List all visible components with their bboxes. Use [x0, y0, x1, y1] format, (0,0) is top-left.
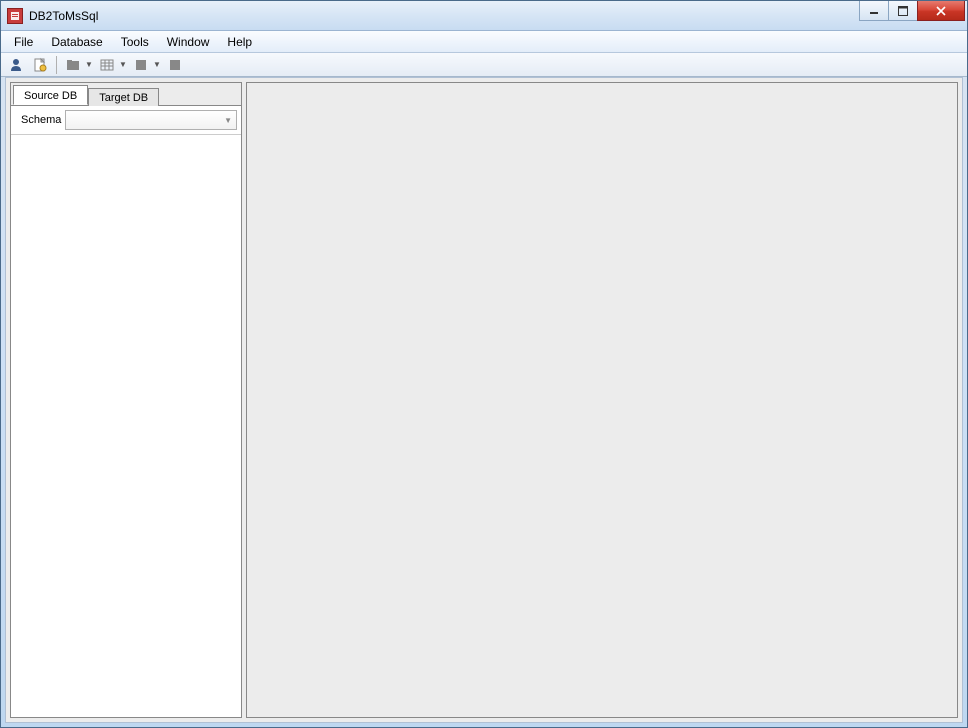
- close-icon: [935, 6, 947, 16]
- menu-help[interactable]: Help: [218, 31, 261, 52]
- toolbar-button-5[interactable]: [130, 55, 152, 75]
- menu-window[interactable]: Window: [158, 31, 219, 52]
- menu-tools[interactable]: Tools: [112, 31, 158, 52]
- menu-bar: File Database Tools Window Help: [1, 31, 967, 53]
- schema-row: Schema ▼: [11, 106, 241, 135]
- toolbar-separator-1: [56, 56, 57, 74]
- app-icon: [7, 8, 23, 24]
- left-panel: Source DB Target DB Schema ▼: [10, 82, 242, 718]
- minimize-icon: [869, 6, 879, 16]
- toolbar-dropdown-1[interactable]: ▼: [62, 55, 94, 75]
- tab-content-source: Schema ▼: [11, 105, 241, 717]
- tab-target-db[interactable]: Target DB: [88, 88, 159, 106]
- document-icon: [32, 57, 48, 73]
- toolbar-button-6[interactable]: [164, 55, 186, 75]
- window-controls: [860, 1, 965, 30]
- tab-source-db[interactable]: Source DB: [13, 85, 88, 105]
- toolbar: ▼ ▼ ▼: [1, 53, 967, 77]
- toolbar-button-4[interactable]: [96, 55, 118, 75]
- person-icon: [8, 57, 24, 73]
- grid-icon: [99, 57, 115, 73]
- folder-icon: [65, 57, 81, 73]
- toolbar-button-2[interactable]: [29, 55, 51, 75]
- chevron-down-icon: ▼: [152, 60, 162, 69]
- toolbar-button-3[interactable]: [62, 55, 84, 75]
- menu-file[interactable]: File: [5, 31, 42, 52]
- tree-area[interactable]: [11, 135, 241, 717]
- toolbar-dropdown-3[interactable]: ▼: [130, 55, 162, 75]
- chevron-down-icon: ▼: [224, 116, 232, 125]
- chevron-down-icon: ▼: [118, 60, 128, 69]
- window-title: DB2ToMsSql: [29, 9, 98, 23]
- maximize-icon: [898, 6, 908, 16]
- square-icon: [133, 57, 149, 73]
- minimize-button[interactable]: [859, 1, 889, 21]
- title-bar[interactable]: DB2ToMsSql: [1, 1, 967, 31]
- tab-row: Source DB Target DB: [11, 83, 241, 105]
- chevron-down-icon: ▼: [84, 60, 94, 69]
- menu-database[interactable]: Database: [42, 31, 111, 52]
- client-area: Source DB Target DB Schema ▼: [5, 77, 963, 723]
- main-panel[interactable]: [246, 82, 958, 718]
- schema-label: Schema: [15, 114, 61, 126]
- toolbar-dropdown-2[interactable]: ▼: [96, 55, 128, 75]
- schema-select[interactable]: ▼: [65, 110, 237, 130]
- maximize-button[interactable]: [888, 1, 918, 21]
- stop-icon: [167, 57, 183, 73]
- app-window: DB2ToMsSql File Database Tools Window He…: [0, 0, 968, 728]
- close-button[interactable]: [917, 1, 965, 21]
- toolbar-button-1[interactable]: [5, 55, 27, 75]
